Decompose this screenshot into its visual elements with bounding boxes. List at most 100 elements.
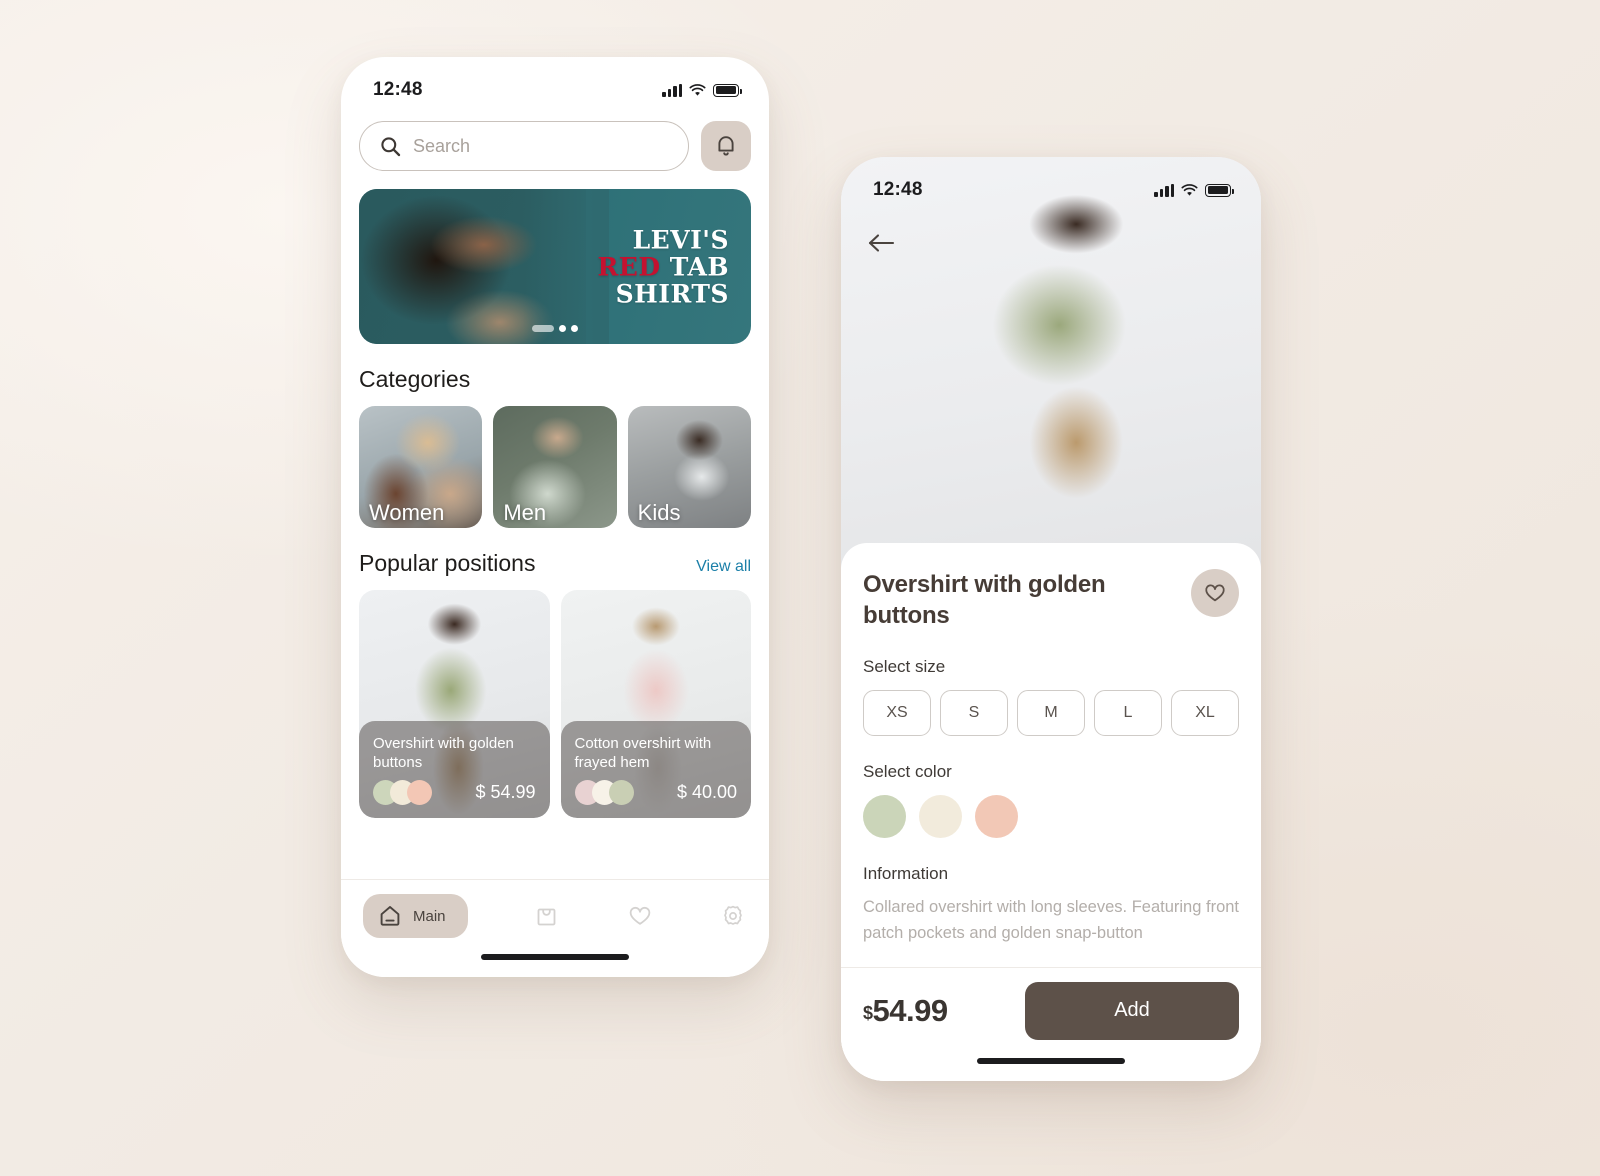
product-swatches[interactable] — [574, 780, 634, 805]
select-color-label: Select color — [863, 762, 952, 782]
carousel-dot[interactable] — [559, 325, 566, 332]
nav-item-favorites[interactable] — [626, 902, 654, 930]
detail-action-bar: $54.99 Add — [841, 967, 1261, 1081]
popular-title: Popular positions — [359, 550, 536, 576]
popular-header: Popular positions View all — [359, 550, 751, 577]
select-size-label: Select size — [863, 657, 946, 677]
nav-item-settings[interactable] — [719, 902, 747, 930]
product-title: Overshirt with golden buttons — [863, 571, 1106, 630]
arrow-left-icon — [868, 234, 895, 252]
product-name: Overshirt with golden buttons — [373, 735, 514, 772]
category-label: Kids — [637, 500, 681, 525]
home-indicator — [481, 954, 629, 960]
product-card[interactable]: Overshirt with golden buttons $ 54.99 — [359, 590, 550, 818]
category-card-women[interactable]: Women — [359, 406, 483, 528]
product-swatches[interactable] — [373, 780, 432, 805]
product-overlay: Cotton overshirt with frayed hem $ 40.00 — [560, 721, 751, 818]
promo-banner[interactable]: LEVI'S RED TAB SHIRTS — [359, 189, 751, 344]
notifications-button[interactable] — [701, 121, 751, 171]
gear-icon — [724, 905, 742, 925]
information-label: Information — [863, 864, 949, 884]
view-all-link[interactable]: View all — [696, 558, 751, 576]
status-bar-home: 12:48 — [341, 57, 769, 111]
nav-item-bag[interactable] — [533, 903, 560, 930]
nav-item-label: Main — [413, 907, 446, 925]
product-hero-photo — [841, 157, 1261, 577]
product-price: $ 40.00 — [676, 782, 737, 802]
color-option-cream[interactable] — [919, 795, 962, 839]
color-options — [863, 795, 1239, 839]
status-time: 12:48 — [373, 79, 423, 100]
size-options: XS S M L XL — [863, 690, 1239, 737]
bag-icon — [537, 908, 556, 925]
detail-title-row: Overshirt with golden buttons — [863, 569, 1239, 631]
swatch[interactable] — [407, 780, 432, 805]
add-to-cart-button[interactable]: Add — [1025, 981, 1239, 1040]
home-content: LEVI'S RED TAB SHIRTS Categories Women M… — [341, 121, 769, 818]
banner-photo — [359, 189, 610, 344]
wifi-icon — [689, 83, 706, 96]
home-icon — [380, 906, 400, 926]
color-option-peach[interactable] — [975, 795, 1018, 839]
status-icons — [1154, 183, 1234, 197]
size-option-l[interactable]: L — [1094, 690, 1162, 737]
price-value: 54.99 — [872, 992, 949, 1028]
categories-title: Categories — [359, 366, 471, 392]
banner-line-2-rest: TAB — [669, 252, 729, 281]
category-card-kids[interactable]: Kids — [627, 406, 751, 528]
banner-line-2: RED TAB — [598, 253, 730, 280]
category-label: Men — [503, 500, 547, 525]
popular-products-list: Overshirt with golden buttons $ 54.99 Co… — [359, 590, 751, 818]
banner-line-1: LEVI'S — [632, 225, 729, 254]
back-button[interactable] — [863, 225, 899, 261]
bell-icon — [718, 136, 734, 156]
information-text: Collared overshirt with long sleeves. Fe… — [863, 898, 1240, 942]
search-icon — [381, 136, 401, 156]
favorite-button[interactable] — [1191, 569, 1239, 617]
banner-text: LEVI'S RED TAB SHIRTS — [598, 226, 730, 307]
signal-icon — [1154, 183, 1174, 197]
wifi-icon — [1181, 183, 1198, 196]
detail-price: $54.99 — [863, 993, 948, 1029]
search-box[interactable] — [359, 121, 689, 171]
carousel-dots[interactable] — [532, 325, 578, 332]
color-option-sage[interactable] — [863, 795, 906, 839]
status-bar-detail: 12:48 — [841, 157, 1261, 211]
carousel-dot[interactable] — [571, 325, 578, 332]
status-time: 12:48 — [873, 179, 923, 200]
search-row — [359, 121, 751, 171]
status-icons — [662, 83, 742, 97]
carousel-dot-active[interactable] — [532, 325, 554, 332]
product-footer: $ 40.00 — [574, 780, 737, 818]
banner-line-2-red: RED — [597, 252, 661, 281]
categories-header: Categories — [359, 366, 751, 393]
product-overlay: Overshirt with golden buttons $ 54.99 — [359, 721, 550, 818]
categories-list: Women Men Kids — [359, 406, 751, 528]
heart-icon — [1205, 584, 1225, 602]
size-option-m[interactable]: M — [1017, 690, 1085, 737]
battery-icon — [713, 83, 742, 97]
category-label: Women — [369, 500, 445, 525]
home-indicator — [977, 1058, 1125, 1064]
size-option-xl[interactable]: XL — [1171, 690, 1239, 737]
product-card[interactable]: Cotton overshirt with frayed hem $ 40.00 — [560, 590, 751, 818]
battery-icon — [1205, 183, 1234, 197]
size-option-s[interactable]: S — [940, 690, 1008, 737]
heart-icon — [629, 906, 650, 925]
banner-line-3: SHIRTS — [615, 279, 729, 308]
category-card-men[interactable]: Men — [493, 406, 617, 528]
product-price: $ 54.99 — [475, 782, 536, 802]
search-input[interactable] — [413, 135, 668, 157]
swatch[interactable] — [608, 780, 634, 805]
product-name: Cotton overshirt with frayed hem — [574, 735, 712, 772]
product-footer: $ 54.99 — [373, 780, 536, 818]
phone-detail-screen: 12:48 Overshirt with golden buttons Sele… — [841, 157, 1261, 1081]
nav-items: Main — [363, 894, 747, 938]
currency-symbol: $ — [863, 1002, 873, 1023]
page-background — [0, 0, 1600, 1176]
size-option-xs[interactable]: XS — [863, 690, 931, 737]
signal-icon — [662, 83, 682, 97]
bottom-navigation: Main — [341, 879, 769, 977]
phone-home-screen: 12:48 Search LEVI'S RED TAB SHIRTS Categ… — [341, 57, 769, 977]
nav-item-main[interactable]: Main — [363, 894, 468, 938]
